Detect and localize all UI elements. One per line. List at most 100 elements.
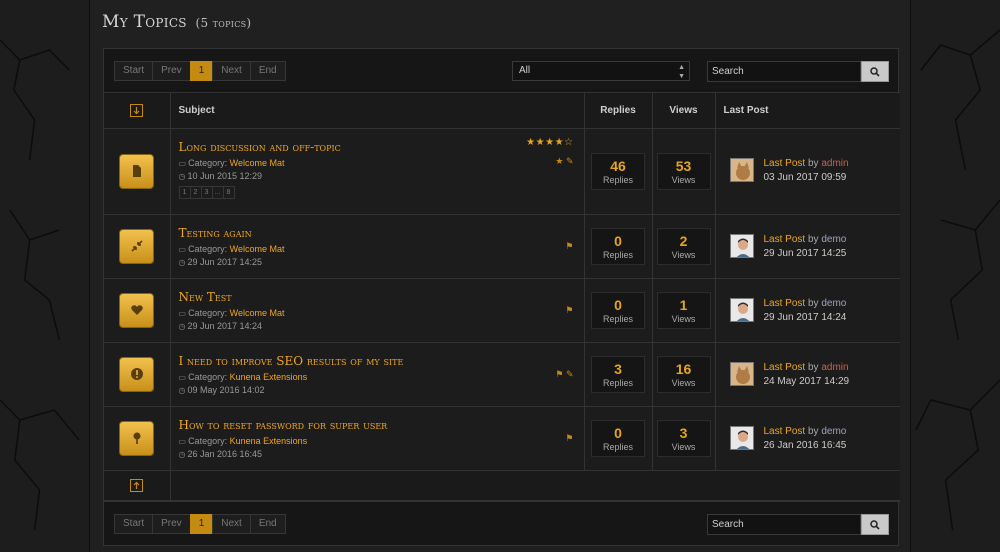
last-post-header: Last Post <box>715 93 900 129</box>
flag-icon: ⚑ <box>565 304 574 315</box>
search-button-top[interactable] <box>861 61 889 82</box>
topic-date: 29 Jun 2017 14:24 <box>187 320 263 331</box>
page-title-text: My Topics <box>102 12 187 32</box>
compress-glyph-icon <box>131 240 143 252</box>
last-post-cell: Last Post by demo 26 Jan 2016 16:45 <box>715 406 900 471</box>
pager-end[interactable]: End <box>249 61 286 81</box>
replies-stat: 0 Replies <box>591 291 645 329</box>
last-post-info: Last Post by demo 29 Jun 2017 14:24 <box>764 297 847 325</box>
last-post-link[interactable]: Last Post <box>764 298 806 309</box>
views-count: 3 <box>679 424 688 441</box>
topic-title-link[interactable]: How to reset password for super user <box>179 418 584 432</box>
document-icon[interactable] <box>119 153 155 189</box>
topic-title-link[interactable]: I need to improve SEO results of my site <box>179 354 584 368</box>
pager-start[interactable]: Start <box>114 514 154 534</box>
last-post-info: Last Post by demo 26 Jan 2016 16:45 <box>764 425 847 453</box>
cat-avatar-icon <box>730 158 753 181</box>
replies-count: 0 <box>614 296 622 313</box>
heart-icon[interactable] <box>119 292 155 328</box>
document-glyph-icon <box>132 165 141 177</box>
pagination-top: Start Prev 1 Next End <box>114 61 286 81</box>
topics-panel: Start Prev 1 Next End All ▲ ▼ Search Sub… <box>103 48 900 546</box>
category-link[interactable]: Welcome Mat <box>230 244 285 254</box>
category-link[interactable]: Kunena Extensions <box>230 436 308 446</box>
topic-page-link[interactable]: 8 <box>222 185 235 199</box>
folder-icon: ▭ <box>178 372 187 382</box>
topic-title-link[interactable]: Long discussion and off-topic <box>179 140 584 154</box>
pager-current[interactable]: 1 <box>189 514 214 534</box>
paperclip-icon: ✎ <box>565 368 574 379</box>
pager-prev[interactable]: Prev <box>152 514 191 534</box>
search-button-bottom[interactable] <box>861 514 889 535</box>
table-header: Subject Replies Views Last Post <box>104 93 900 129</box>
last-post-link[interactable]: Last Post <box>764 362 806 373</box>
last-post-date: 24 May 2017 14:29 <box>763 375 850 387</box>
pager-end[interactable]: End <box>249 514 286 534</box>
last-post-date: 26 Jan 2016 16:45 <box>763 439 847 451</box>
folder-icon: ▭ <box>178 244 187 254</box>
main-content: My Topics (5 topics) Start Prev 1 Next E… <box>90 0 910 552</box>
category-link[interactable]: Kunena Extensions <box>230 372 308 382</box>
replies-stat: 0 Replies <box>591 227 645 265</box>
avatar[interactable] <box>729 297 754 322</box>
compress-icon[interactable] <box>119 228 155 264</box>
flag-icon: ⚑ <box>565 240 574 251</box>
topic-badges: ⚑ <box>565 433 573 444</box>
last-post-link[interactable]: Last Post <box>764 234 806 245</box>
topic-date: 09 May 2016 14:02 <box>187 384 265 395</box>
views-label: Views <box>671 174 696 185</box>
replies-cell: 3 Replies <box>584 342 653 407</box>
by-label: by <box>807 361 819 373</box>
pin-icon[interactable] <box>119 420 155 456</box>
clock-icon: ◷ <box>178 321 186 331</box>
arrow-up-icon <box>133 481 140 489</box>
filter-select[interactable]: All ▲ ▼ <box>512 61 690 81</box>
table-row: How to reset password for super user ▭ Ca… <box>104 406 900 471</box>
search-form-top: Search <box>707 61 889 82</box>
search-input-top[interactable]: Search <box>707 61 861 82</box>
views-count: 2 <box>679 232 688 249</box>
cracked-texture-left <box>0 39 80 531</box>
views-cell: 16 Views <box>652 342 716 407</box>
last-post-user[interactable]: demo <box>821 298 846 309</box>
views-cell: 53 Views <box>652 128 716 215</box>
last-post-link[interactable]: Last Post <box>764 426 806 437</box>
avatar[interactable] <box>729 157 754 182</box>
clock-icon: ◷ <box>178 171 186 181</box>
exclamation-icon[interactable] <box>119 356 155 392</box>
last-post-user[interactable]: demo <box>821 234 846 245</box>
pager-start[interactable]: Start <box>114 61 154 81</box>
last-post-user[interactable]: demo <box>821 426 846 437</box>
topic-icon-cell <box>104 406 171 471</box>
user-avatar-icon <box>730 426 753 449</box>
category-link[interactable]: Welcome Mat <box>230 308 285 318</box>
scroll-down-button[interactable] <box>130 103 144 117</box>
topics-table: Subject Replies Views Last Post Long dis… <box>104 93 900 501</box>
last-post-link[interactable]: Last Post <box>764 158 806 169</box>
pager-next[interactable]: Next <box>212 61 251 81</box>
select-all-header <box>104 93 171 129</box>
category-link[interactable]: Welcome Mat <box>230 158 285 168</box>
avatar[interactable] <box>729 425 754 450</box>
topic-title-link[interactable]: New Test <box>179 290 584 304</box>
avatar[interactable] <box>729 233 754 258</box>
search-input-bottom[interactable]: Search <box>707 514 861 535</box>
views-label: Views <box>671 377 696 388</box>
subject-cell: Long discussion and off-topic ▭ Category:… <box>170 128 585 215</box>
pager-current[interactable]: 1 <box>189 61 214 81</box>
last-post-user[interactable]: admin <box>821 362 848 373</box>
topic-title-link[interactable]: Testing again <box>179 226 584 240</box>
views-count: 1 <box>679 296 688 313</box>
last-post-user[interactable]: admin <box>821 158 848 169</box>
avatar[interactable] <box>729 361 754 386</box>
cat-avatar-icon <box>730 362 753 385</box>
star-icon: ★ <box>555 155 564 166</box>
pager-prev[interactable]: Prev <box>152 61 191 81</box>
clock-icon: ◷ <box>178 257 186 267</box>
scroll-up-button[interactable] <box>130 478 144 492</box>
topic-pages: 1 2 3 ... 8 <box>178 185 584 199</box>
views-cell: 2 Views <box>652 214 716 279</box>
by-label: by <box>807 233 819 245</box>
table-row: I need to improve SEO results of my site… <box>104 342 900 407</box>
pager-next[interactable]: Next <box>212 514 251 534</box>
